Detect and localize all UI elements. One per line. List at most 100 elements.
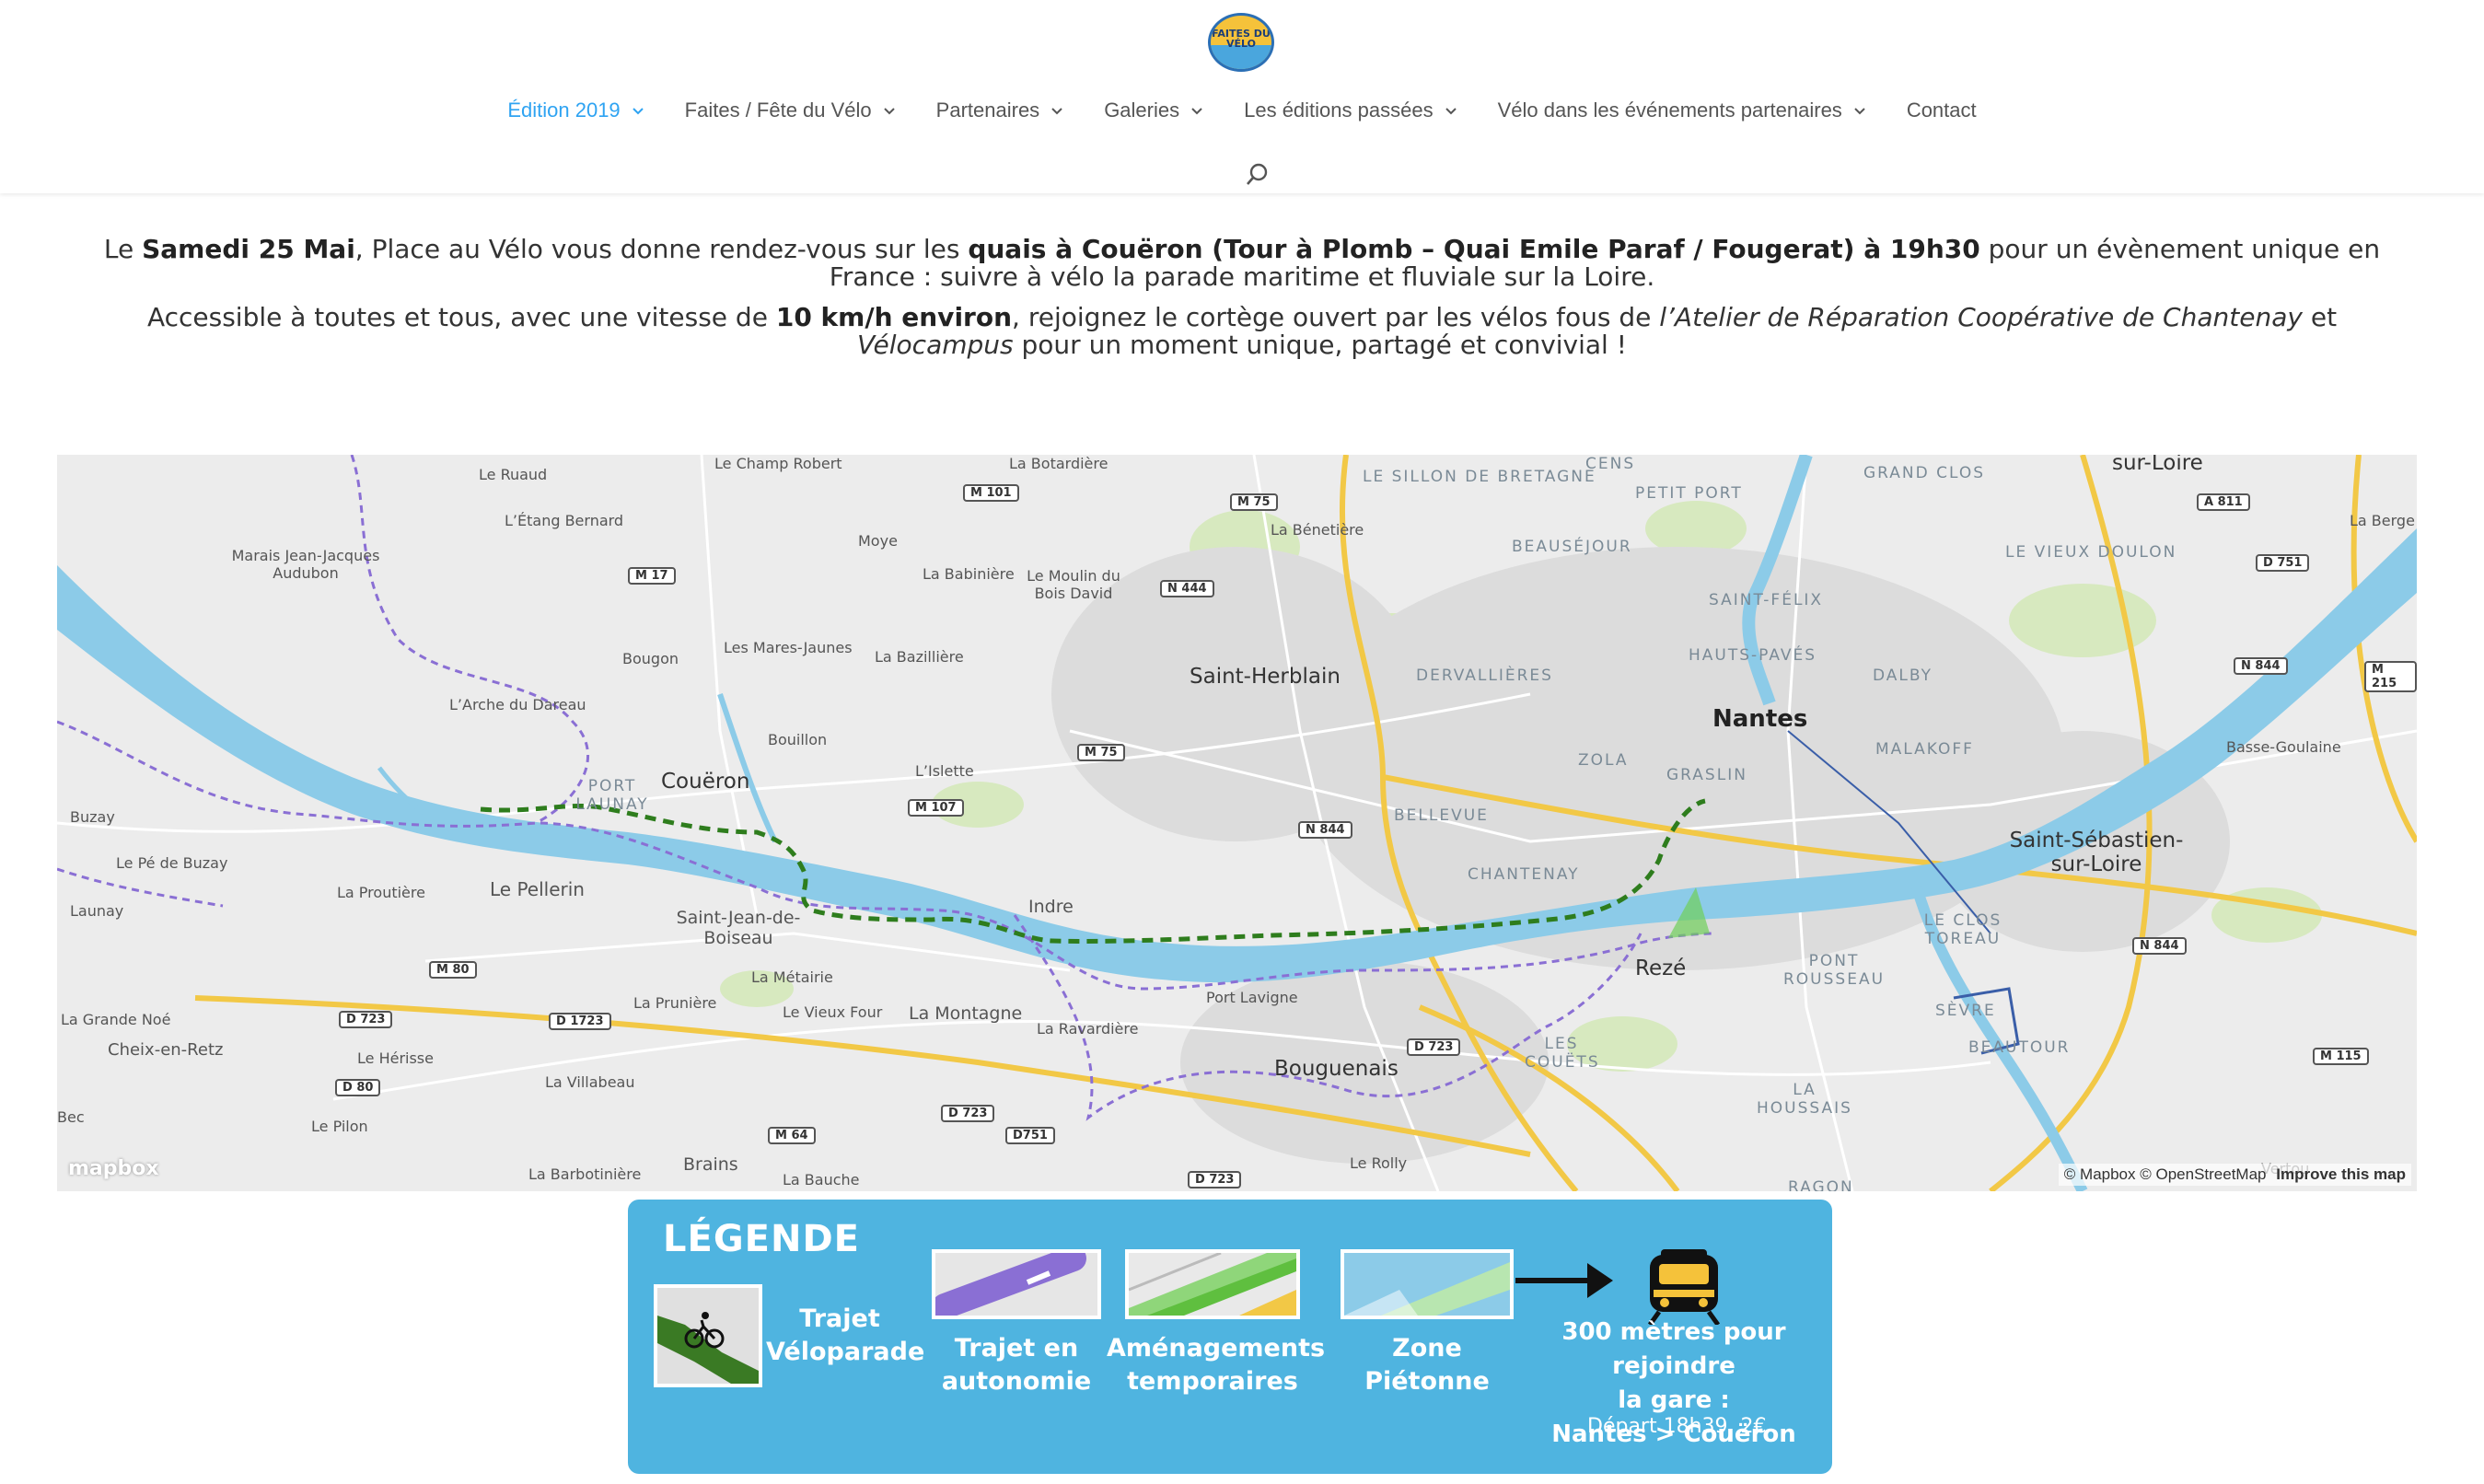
map-label-district: LE CLOS TOREAU <box>1923 911 2002 948</box>
map-label-place: Les Mares-Jaunes <box>724 639 853 656</box>
meeting-place: quais à Couëron (Tour à Plomb – Quai Emi… <box>968 234 1980 264</box>
map-canvas <box>57 455 2417 1191</box>
pedestrian-zone-icon <box>1344 1253 1510 1316</box>
label-line: autonomie <box>941 1367 1092 1396</box>
label-line: Trajet <box>799 1304 880 1333</box>
map-label-city: Buzay <box>70 808 115 826</box>
map-label-place: La Villabeau <box>545 1073 635 1091</box>
map-label-place: Marais Jean-Jacques Audubon <box>231 547 380 582</box>
road-shield: D 1723 <box>549 1013 611 1030</box>
map-label-city: Le Pellerin <box>490 878 585 900</box>
search-icon[interactable] <box>1245 162 1269 188</box>
map-label-district: MALAKOFF <box>1875 740 1974 759</box>
pedestrian-swatch <box>1341 1249 1514 1319</box>
train-info-line: la gare : <box>1618 1386 1730 1414</box>
road-shield: M 107 <box>908 799 964 817</box>
map-label-district: LE SILLON DE BRETAGNE <box>1363 468 1596 486</box>
label-line: Zone <box>1392 1334 1462 1362</box>
map-label-district: BEAUSÉJOUR <box>1512 538 1632 556</box>
map-label-district: GRAND CLOS <box>1863 464 1986 482</box>
nav-item-velo-evenements-partenaires[interactable]: Vélo dans les événements partenaires <box>1478 92 1886 129</box>
nav-label: Galeries <box>1104 99 1180 122</box>
map-label-city: Cheix-en-Retz <box>108 1040 224 1060</box>
bike-icon <box>657 1288 759 1384</box>
map-label-city: Rezé <box>1635 956 1687 980</box>
legend-label-amenagements: Aménagements temporaires <box>1107 1332 1325 1398</box>
map-label-place: Le Moulin du Bois David <box>1027 567 1120 602</box>
nav-item-editions-passees[interactable]: Les éditions passées <box>1224 92 1477 129</box>
road-shield: M 17 <box>628 567 676 585</box>
nav-label: Partenaires <box>935 99 1040 122</box>
map-label-place: Bougon <box>622 650 679 667</box>
road-shield: M 101 <box>963 484 1019 502</box>
chevron-down-icon <box>632 108 644 115</box>
nav-item-galeries[interactable]: Galeries <box>1084 92 1224 129</box>
road-shield: M 75 <box>1077 744 1125 761</box>
map-label-place: L’Arche du Dareau <box>449 696 586 713</box>
text: , rejoignez le cortège ouvert par les vé… <box>1012 302 1660 332</box>
map-label-place: La Proutière <box>337 884 425 901</box>
map-label-district: BEAUTOUR <box>1968 1038 2071 1057</box>
map-label-district: LA HOUSSAIS <box>1757 1081 1852 1118</box>
map-label-district: DERVALLIÈRES <box>1416 667 1553 685</box>
route-map[interactable]: Nantes Saint-Herblain Couëron Le Pelleri… <box>57 455 2417 1191</box>
main-nav: Édition 2019 Faites / Fête du Vélo Parte… <box>0 92 2484 129</box>
nav-item-faites-fete-du-velo[interactable]: Faites / Fête du Vélo <box>665 92 916 129</box>
nav-item-contact[interactable]: Contact <box>1886 92 1997 129</box>
map-label-place: La Bauche <box>783 1171 860 1188</box>
nav-label: Faites / Fête du Vélo <box>684 99 872 122</box>
site-header: FAITES DU VÉLO Édition 2019 Faites / Fêt… <box>0 0 2484 193</box>
map-label-place: Bouillon <box>768 731 828 748</box>
improve-map-link[interactable]: Improve this map <box>2276 1165 2406 1183</box>
nav-label: Édition 2019 <box>507 99 621 122</box>
arrow-right-icon <box>1515 1263 1613 1298</box>
map-label-place: La Métairie <box>751 968 833 986</box>
train-info-line: 300 mètres pour rejoindre <box>1561 1318 1786 1380</box>
legend-title: LÉGENDE <box>663 1218 860 1260</box>
road-shield: D 80 <box>335 1079 381 1096</box>
road-shield: M 115 <box>2313 1048 2369 1065</box>
attribution-text[interactable]: © Mapbox © OpenStreetMap <box>2064 1165 2267 1183</box>
chevron-down-icon <box>1445 108 1457 115</box>
road-shield: D 751 <box>2256 554 2310 572</box>
map-label-district: PONT ROUSSEAU <box>1782 952 1886 989</box>
road-shield: M 75 <box>1230 493 1278 511</box>
road-shield: D751 <box>1005 1127 1055 1144</box>
map-label-district: DALBY <box>1873 667 1933 685</box>
nav-label: Contact <box>1906 99 1977 122</box>
temporary-area-icon <box>1129 1253 1296 1316</box>
road-shield: D 723 <box>339 1011 393 1028</box>
road-shield: D 723 <box>941 1105 995 1122</box>
road-shield: N 844 <box>1298 821 1352 839</box>
site-logo[interactable]: FAITES DU VÉLO <box>1208 13 1274 72</box>
map-label-place: La Prunière <box>633 994 717 1012</box>
map-label-city: Couëron <box>661 770 750 794</box>
map-label-district: RAGON <box>1788 1178 1854 1191</box>
map-label-city: La Montagne <box>909 1003 1023 1024</box>
map-label-district: SAINT-FÉLIX <box>1709 591 1824 609</box>
map-label-place: L’Étang Bernard <box>505 512 624 529</box>
mapbox-logo[interactable]: mapbox <box>68 1157 159 1180</box>
map-label-city: Saint-Jean-de-Boiseau <box>676 908 801 948</box>
road-shield: D 723 <box>1188 1171 1242 1188</box>
map-label-district: BELLEVUE <box>1394 806 1489 825</box>
nav-item-edition-2019[interactable]: Édition 2019 <box>487 92 664 129</box>
nav-item-partenaires[interactable]: Partenaires <box>916 92 1085 129</box>
text: pour un moment unique, partagé et conviv… <box>1013 330 1627 360</box>
intro-text: Le Samedi 25 Mai, Place au Vélo vous don… <box>74 236 2410 372</box>
road-shield: M 64 <box>768 1127 816 1144</box>
nav-label: Vélo dans les événements partenaires <box>1497 99 1842 122</box>
map-label-place: La Babinière <box>923 565 1015 583</box>
velocampus-name: Vélocampus <box>857 330 1014 360</box>
event-date: Samedi 25 Mai <box>142 234 355 264</box>
road-shield: N 844 <box>2234 657 2288 675</box>
map-label-place: La Berge <box>2350 512 2415 529</box>
map-label-place: Moye <box>858 532 898 550</box>
label-line: temporaires <box>1127 1367 1298 1396</box>
map-label-city: Bouguenais <box>1274 1057 1399 1081</box>
map-label-district: PETIT PORT <box>1635 484 1743 503</box>
map-label-city: Indre <box>1028 897 1074 917</box>
map-label-district: GRASLIN <box>1666 766 1747 784</box>
map-label-place: La Grande Noé <box>61 1011 171 1028</box>
map-label-place: Le Champ Robert <box>714 455 842 472</box>
